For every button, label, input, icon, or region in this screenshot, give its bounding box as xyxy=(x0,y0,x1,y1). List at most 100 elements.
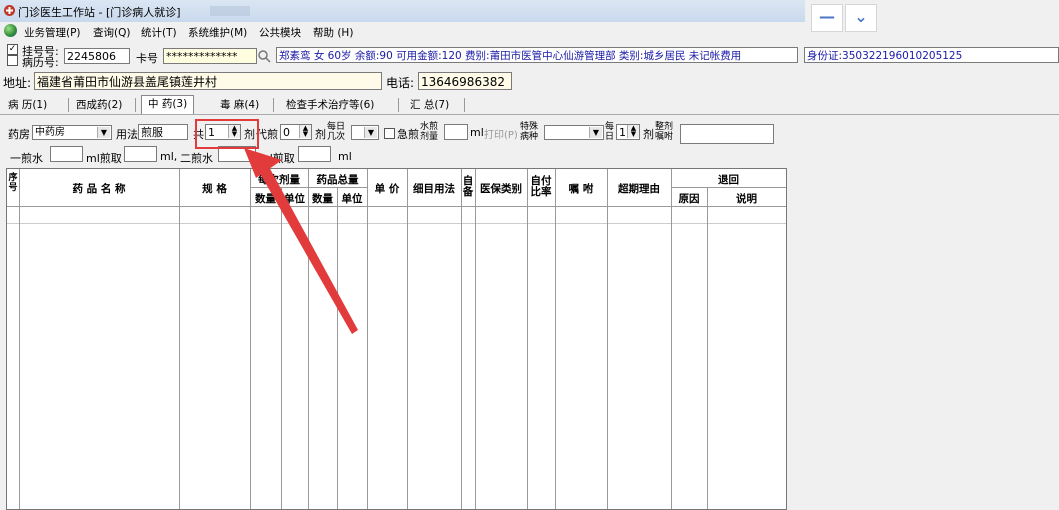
col-unit2: 单位 xyxy=(341,193,363,205)
app-icon xyxy=(4,5,15,16)
globe-icon xyxy=(4,24,17,37)
col-ratio: 自付比率 xyxy=(530,175,552,198)
col-self: 自备 xyxy=(462,175,474,198)
special-select[interactable]: ▼ xyxy=(544,125,604,140)
urgent-checkbox[interactable] xyxy=(384,128,395,139)
menu-system[interactable]: 系统维护(M) xyxy=(188,25,247,40)
patient-info: 郑素鸾 女 60岁 余额:90 可用金额:120 费别:莆田市医管中心仙游管理部… xyxy=(276,47,798,63)
dose-unit2: 剂 xyxy=(315,128,326,141)
col-usage: 细目用法 xyxy=(413,183,455,195)
chevron-down-icon: ▼ xyxy=(589,127,602,138)
advice-label2: 嘱咐 xyxy=(655,132,674,142)
menu-public[interactable]: 公共模块 xyxy=(259,25,301,40)
ml-end-label: ml xyxy=(338,150,352,163)
title-bar: 门诊医生工作站 - [门诊病人就诊] xyxy=(0,0,805,23)
tab-exam[interactable]: 检查手术治疗等(6) xyxy=(286,97,374,113)
col-unit: 单位 xyxy=(284,193,305,205)
col-line xyxy=(250,169,251,509)
tab-divider xyxy=(398,98,399,112)
window-title: 门诊医生工作站 - [门诊病人就诊] xyxy=(18,6,181,19)
tab-narcotic[interactable]: 毒 麻(4) xyxy=(220,97,259,113)
tab-divider xyxy=(273,98,274,112)
advice-input[interactable] xyxy=(680,124,774,144)
col-line xyxy=(281,187,282,509)
col-line xyxy=(607,169,608,509)
tab-tcm[interactable]: 中 药(3) xyxy=(141,95,195,115)
prescription-grid[interactable]: 序号 药 品 名 称 规 格 每次剂量 药品总量 数量 单位 数量 单位 单 价… xyxy=(6,168,787,510)
usage-input[interactable]: 煎服 xyxy=(138,124,188,140)
address-input[interactable]: 福建省莆田市仙游县盖尾镇莲井村 xyxy=(34,72,382,90)
per-day-label2: 几次 xyxy=(327,132,346,142)
col-seq: 序号 xyxy=(8,173,18,193)
chevron-down-icon[interactable]: ⌄ xyxy=(845,4,877,32)
tab-western[interactable]: 西成药(2) xyxy=(76,97,122,113)
water-label2: 剂量 xyxy=(420,132,439,142)
col-line xyxy=(671,169,672,509)
second-water-label: 二煎水 xyxy=(180,152,213,165)
col-qty2: 数量 xyxy=(312,193,333,205)
card-input[interactable]: ************* xyxy=(163,48,257,64)
tab-divider xyxy=(68,98,69,112)
col-return: 退回 xyxy=(718,174,739,186)
pharmacy-select[interactable]: 中药房 ▼ xyxy=(32,125,112,140)
id-card: 身份证:350322196010205125 xyxy=(804,47,1059,63)
col-line xyxy=(179,169,180,509)
row-line xyxy=(7,223,786,224)
chevron-down-icon: ▼ xyxy=(97,127,110,138)
col-overdue: 超期理由 xyxy=(618,183,660,195)
spin-icon[interactable]: ▲ ▼ xyxy=(299,125,311,138)
minimize-button[interactable]: — xyxy=(811,4,843,32)
tab-record[interactable]: 病 历(1) xyxy=(8,97,47,113)
decoct-value: 0 xyxy=(283,126,290,139)
second-take-input[interactable] xyxy=(298,146,331,162)
decoct-stepper[interactable]: 0 ▲ ▼ xyxy=(280,124,312,140)
search-icon[interactable] xyxy=(257,49,271,63)
tab-divider xyxy=(135,98,136,112)
urgent-label: 急煎 xyxy=(397,128,419,141)
menu-query[interactable]: 查询(Q) xyxy=(93,25,130,40)
col-dose: 每次剂量 xyxy=(258,174,300,186)
ml-take2-label: ml煎取 xyxy=(259,152,295,165)
col-line xyxy=(308,169,309,509)
daily-label2: 日 xyxy=(605,132,615,142)
col-total: 药品总量 xyxy=(316,174,359,186)
first-water-input[interactable] xyxy=(50,146,83,162)
col-advice: 嘱 咐 xyxy=(568,183,594,195)
record-checkbox[interactable] xyxy=(7,55,18,66)
col-price: 单 价 xyxy=(374,183,400,195)
tab-summary[interactable]: 汇 总(7) xyxy=(410,97,449,113)
menu-business[interactable]: 业务管理(P) xyxy=(24,25,81,40)
phone-label: 电话: xyxy=(386,76,415,90)
address-label: 地址: xyxy=(3,76,32,90)
col-line xyxy=(407,169,408,509)
phone-input[interactable]: 13646986382 xyxy=(418,72,512,90)
times-select[interactable]: ▼ xyxy=(351,125,379,140)
card-label: 卡号 xyxy=(136,52,158,65)
col-line xyxy=(19,169,20,509)
highlight-box xyxy=(195,119,259,149)
ml-take-label: ml煎取 xyxy=(86,152,122,165)
water-input[interactable] xyxy=(444,124,468,140)
col-line xyxy=(367,169,368,509)
first-take-input[interactable] xyxy=(124,146,157,162)
tcm-settings-panel: 药房 中药房 ▼ 用法 煎服 共 1 ▲ ▼ 剂 代煎 0 ▲ ▼ 剂 每日 几次 ▼ 急… xyxy=(0,114,1059,171)
print-button[interactable]: 打印(P) xyxy=(484,126,518,141)
special-label2: 病种 xyxy=(520,132,539,142)
col-line xyxy=(475,169,476,509)
col-line xyxy=(527,169,528,509)
menu-stats[interactable]: 统计(T) xyxy=(141,25,177,40)
col-line xyxy=(555,169,556,509)
blurred-area xyxy=(210,6,250,16)
reg-checkbox[interactable]: ✓ xyxy=(7,44,18,55)
col-line xyxy=(707,187,708,509)
header-bottom-line xyxy=(7,206,786,207)
menu-help[interactable]: 帮助 (H) xyxy=(313,25,353,40)
daily-value: 1 xyxy=(619,126,626,139)
record-no-input[interactable]: 2245806 xyxy=(64,48,130,64)
col-insurance: 医保类别 xyxy=(480,183,522,195)
header-mid-line xyxy=(671,187,786,188)
daily-stepper[interactable]: 1 ▲ ▼ xyxy=(616,124,640,140)
spin-icon[interactable]: ▲ ▼ xyxy=(627,125,639,138)
decoct-label: 代煎 xyxy=(256,128,278,141)
window-controls: — ⌄ xyxy=(805,0,1059,34)
